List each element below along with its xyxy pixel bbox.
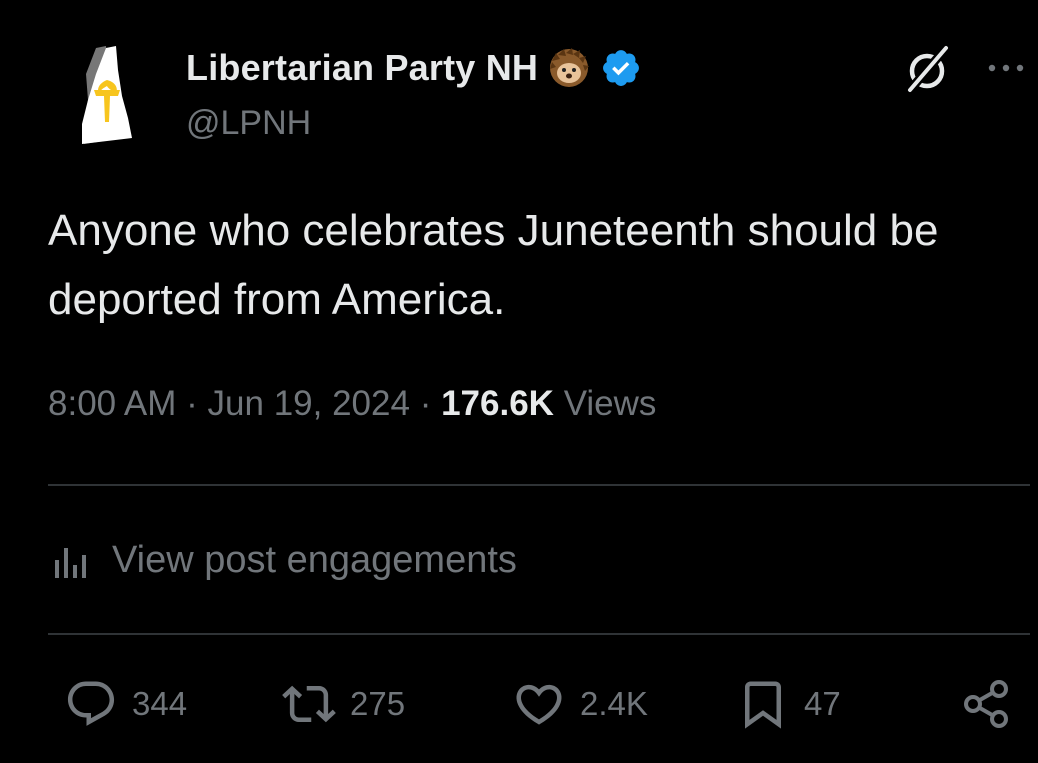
bookmark-button[interactable]: 47 <box>736 676 841 732</box>
share-icon <box>964 680 1008 728</box>
views-label: Views <box>563 384 657 423</box>
repost-button[interactable]: 275 <box>282 676 405 732</box>
like-count: 2.4K <box>580 685 648 722</box>
meta-separator: · <box>186 384 198 423</box>
post-meta: 8:00 AM · Jun 19, 2024 · 176.6K Views <box>48 384 656 424</box>
divider <box>48 484 1030 486</box>
lpnh-logo <box>82 46 132 144</box>
bookmark-count: 47 <box>804 685 841 722</box>
reply-count: 344 <box>132 685 188 722</box>
analytics-bars-icon <box>55 548 86 578</box>
grok-icon[interactable] <box>900 42 956 98</box>
meta-separator: · <box>419 384 432 423</box>
author-handle[interactable]: @LPNH <box>186 104 311 143</box>
avatar[interactable] <box>52 40 162 150</box>
bookmark-icon <box>745 681 781 729</box>
verified-badge-icon[interactable] <box>600 47 642 89</box>
share-button[interactable] <box>960 676 1014 732</box>
like-button[interactable]: 2.4K <box>512 676 648 732</box>
post-text: Anyone who celebrates Juneteenth should … <box>48 206 939 324</box>
divider <box>48 633 1030 635</box>
post-date[interactable]: Jun 19, 2024 <box>208 384 410 423</box>
hedgehog-emoji-icon <box>550 48 590 87</box>
views-count: 176.6K <box>441 384 554 423</box>
author-name-row: Libertarian Party NH <box>186 44 642 92</box>
more-options-icon[interactable] <box>984 56 1028 80</box>
engagements-label: View post engagements <box>112 538 517 581</box>
reply-button[interactable]: 344 <box>64 676 187 732</box>
display-name[interactable]: Libertarian Party NH <box>186 47 538 89</box>
post-time[interactable]: 8:00 AM <box>48 384 176 423</box>
reply-icon <box>67 681 115 726</box>
repost-count: 275 <box>350 685 406 722</box>
heart-icon <box>516 684 562 725</box>
repost-icon <box>282 685 336 723</box>
view-post-engagements-link[interactable]: View post engagements <box>48 532 517 588</box>
